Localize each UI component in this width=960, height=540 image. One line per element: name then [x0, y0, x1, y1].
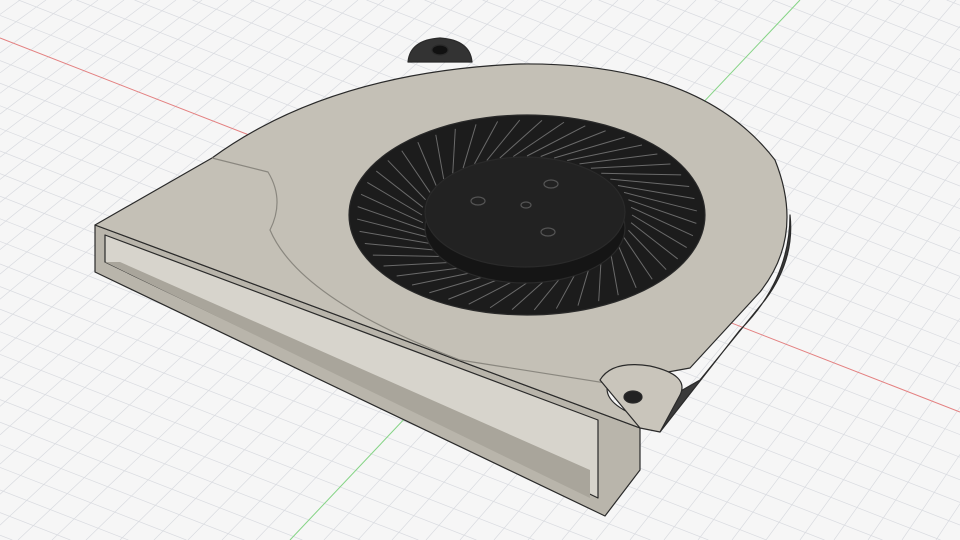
grid-line	[0, 489, 129, 540]
grid-line	[0, 0, 73, 54]
grid-line	[935, 503, 960, 540]
grid-line	[901, 454, 960, 540]
cad-viewport[interactable]	[0, 0, 960, 540]
grid-line	[0, 512, 71, 540]
grid-line	[0, 421, 303, 540]
grid-line	[0, 0, 21, 15]
grid-line	[799, 318, 960, 540]
top-mount-hole	[431, 44, 449, 56]
grid-line	[772, 0, 960, 74]
grid-line	[0, 0, 177, 136]
grid-line	[833, 361, 960, 540]
grid-line	[0, 444, 245, 540]
bottom-mount-hole	[623, 390, 643, 404]
viewport-canvas[interactable]	[0, 0, 960, 540]
grid-line	[0, 376, 419, 540]
grid-line	[0, 534, 13, 540]
grid-line	[830, 0, 960, 51]
grid-line	[0, 0, 203, 158]
grid-line	[0, 0, 47, 34]
grid-line	[0, 467, 187, 540]
grid-line	[765, 276, 960, 540]
grid-line	[888, 0, 960, 29]
grid-line	[0, 0, 229, 180]
grid-line	[714, 0, 960, 96]
grid-line	[0, 0, 99, 74]
fan-hub	[424, 156, 626, 268]
